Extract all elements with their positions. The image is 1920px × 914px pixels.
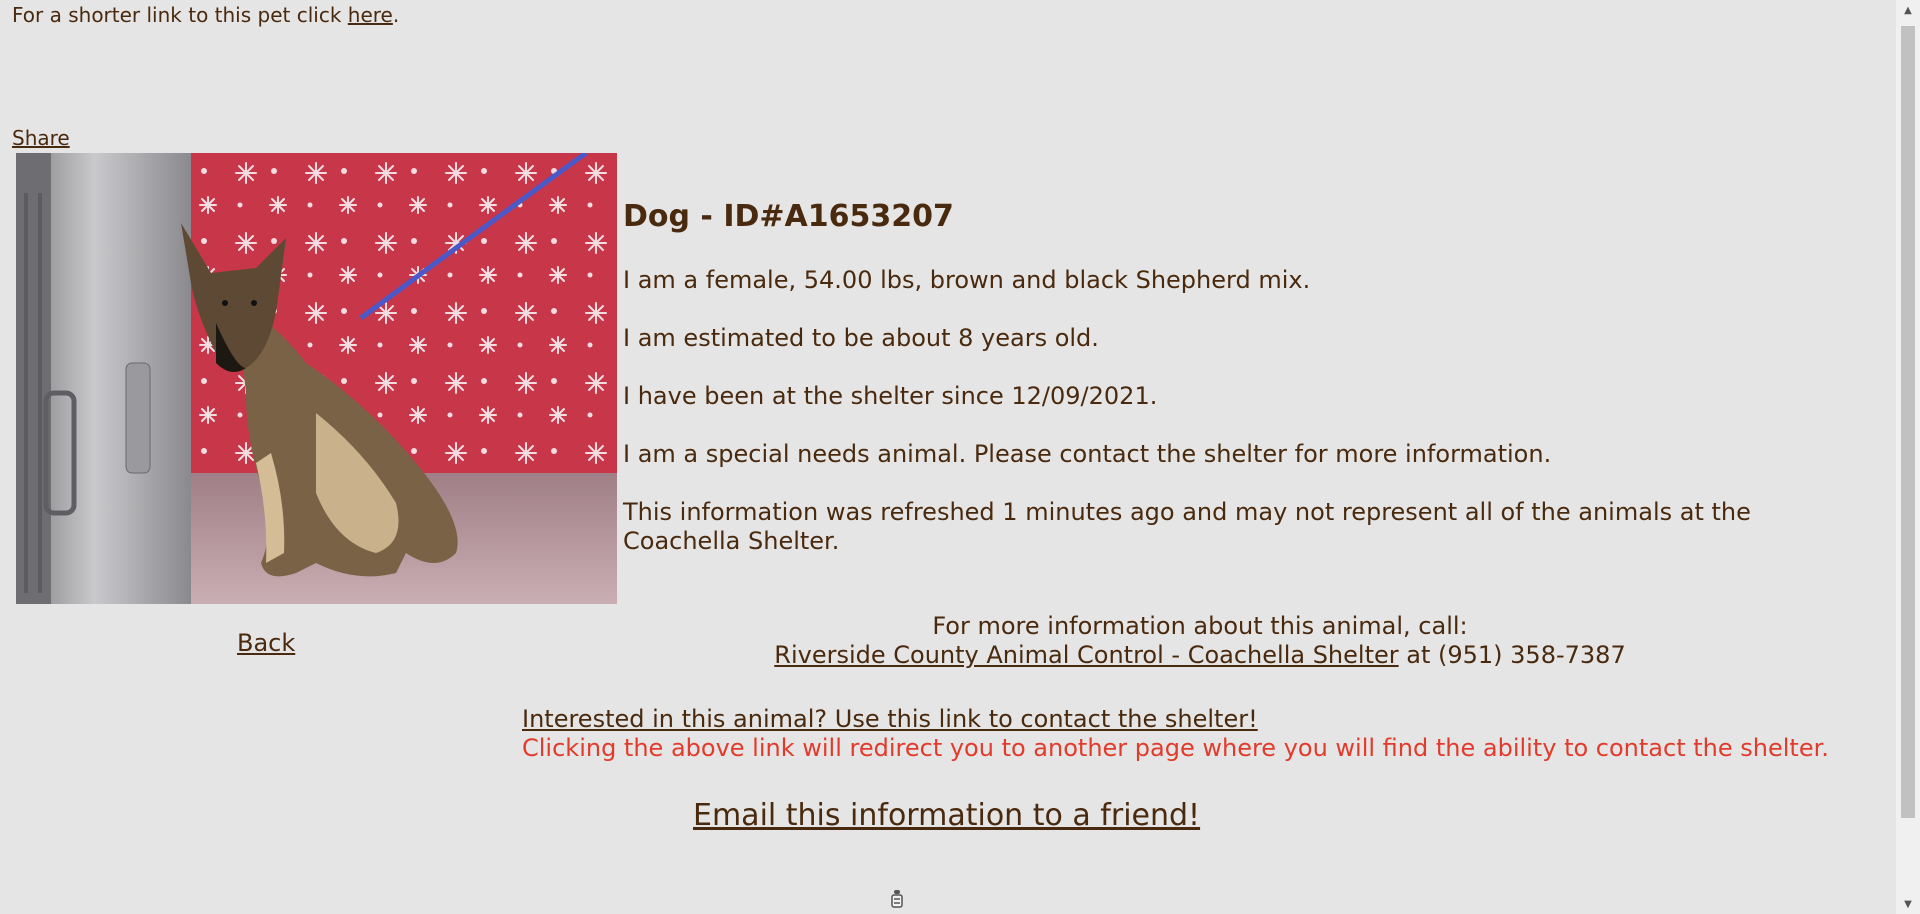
short-link-here[interactable]: here <box>348 3 393 27</box>
call-at-text: at <box>1398 641 1438 669</box>
scroll-down-arrow-icon[interactable]: ▼ <box>1896 894 1920 914</box>
scroll-thumb[interactable] <box>1901 26 1915 818</box>
pet-shelter-date-line: I have been at the shelter since 12/09/2… <box>623 382 1158 410</box>
pet-photo <box>16 153 617 604</box>
call-info: For more information about this animal, … <box>760 612 1640 670</box>
pet-age-line: I am estimated to be about 8 years old. <box>623 324 1099 352</box>
pet-description-line: I am a female, 54.00 lbs, brown and blac… <box>623 266 1311 294</box>
vertical-scrollbar[interactable]: ▲ ▼ <box>1896 0 1920 914</box>
back-link[interactable]: Back <box>237 628 295 658</box>
shelter-phone: (951) 358-7387 <box>1438 641 1626 669</box>
contact-shelter: Interested in this animal? Use this link… <box>522 705 1829 763</box>
share-link[interactable]: Share <box>12 126 70 150</box>
redirect-warning: Clicking the above link will redirect yo… <box>522 734 1829 762</box>
email-friend-link[interactable]: Email this information to a friend! <box>693 797 1200 835</box>
pet-special-needs-line: I am a special needs animal. Please cont… <box>623 440 1552 468</box>
shelter-name-link[interactable]: Riverside County Animal Control - Coache… <box>774 641 1398 669</box>
pet-details: Dog - ID#A1653207 I am a female, 54.00 l… <box>623 198 1823 585</box>
call-line: Riverside County Animal Control - Coache… <box>760 641 1640 670</box>
call-prompt: For more information about this animal, … <box>932 612 1468 640</box>
short-link-line: For a shorter link to this pet click her… <box>12 3 399 27</box>
contact-shelter-link[interactable]: Interested in this animal? Use this link… <box>522 705 1258 733</box>
pet-refresh-note: This information was refreshed 1 minutes… <box>623 498 1751 555</box>
scroll-up-arrow-icon[interactable]: ▲ <box>1896 0 1920 20</box>
short-link-period: . <box>392 3 400 27</box>
share-icon-small[interactable] <box>889 888 905 910</box>
short-link-text: For a shorter link to this pet click <box>12 3 348 27</box>
pet-title: Dog - ID#A1653207 <box>623 199 954 234</box>
